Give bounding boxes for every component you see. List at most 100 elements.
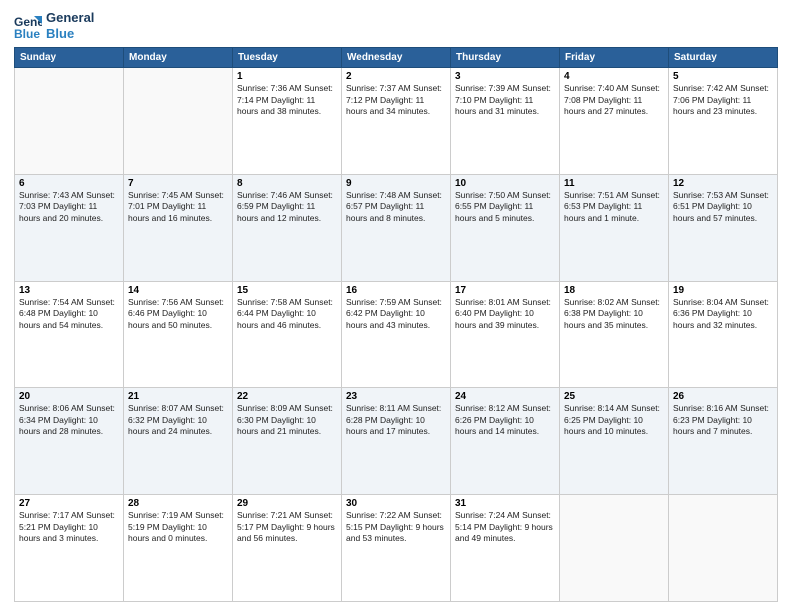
calendar-cell: 31Sunrise: 7:24 AM Sunset: 5:14 PM Dayli… [451,495,560,602]
day-info: Sunrise: 7:58 AM Sunset: 6:44 PM Dayligh… [237,297,337,331]
day-info: Sunrise: 8:14 AM Sunset: 6:25 PM Dayligh… [564,403,664,437]
day-number: 15 [237,285,337,296]
calendar-cell: 14Sunrise: 7:56 AM Sunset: 6:46 PM Dayli… [124,281,233,388]
day-number: 19 [673,285,773,296]
day-number: 5 [673,71,773,82]
calendar-day-header: Sunday [15,48,124,68]
day-info: Sunrise: 7:24 AM Sunset: 5:14 PM Dayligh… [455,510,555,544]
calendar-cell: 20Sunrise: 8:06 AM Sunset: 6:34 PM Dayli… [15,388,124,495]
day-number: 21 [128,391,228,402]
calendar-day-header: Tuesday [233,48,342,68]
calendar-cell: 27Sunrise: 7:17 AM Sunset: 5:21 PM Dayli… [15,495,124,602]
calendar-cell: 16Sunrise: 7:59 AM Sunset: 6:42 PM Dayli… [342,281,451,388]
day-number: 23 [346,391,446,402]
day-info: Sunrise: 8:11 AM Sunset: 6:28 PM Dayligh… [346,403,446,437]
logo-text-line1: General [46,10,94,26]
calendar-cell: 10Sunrise: 7:50 AM Sunset: 6:55 PM Dayli… [451,174,560,281]
calendar-cell: 7Sunrise: 7:45 AM Sunset: 7:01 PM Daylig… [124,174,233,281]
day-number: 16 [346,285,446,296]
day-number: 3 [455,71,555,82]
logo: General Blue General Blue [14,10,94,41]
day-info: Sunrise: 8:06 AM Sunset: 6:34 PM Dayligh… [19,403,119,437]
day-info: Sunrise: 7:37 AM Sunset: 7:12 PM Dayligh… [346,83,446,117]
calendar-week-row: 27Sunrise: 7:17 AM Sunset: 5:21 PM Dayli… [15,495,778,602]
day-info: Sunrise: 7:50 AM Sunset: 6:55 PM Dayligh… [455,190,555,224]
calendar-cell: 4Sunrise: 7:40 AM Sunset: 7:08 PM Daylig… [560,68,669,175]
day-info: Sunrise: 8:04 AM Sunset: 6:36 PM Dayligh… [673,297,773,331]
calendar-cell: 15Sunrise: 7:58 AM Sunset: 6:44 PM Dayli… [233,281,342,388]
day-number: 29 [237,498,337,509]
day-info: Sunrise: 7:48 AM Sunset: 6:57 PM Dayligh… [346,190,446,224]
calendar-cell [15,68,124,175]
day-info: Sunrise: 7:51 AM Sunset: 6:53 PM Dayligh… [564,190,664,224]
calendar-cell: 9Sunrise: 7:48 AM Sunset: 6:57 PM Daylig… [342,174,451,281]
day-number: 25 [564,391,664,402]
calendar-cell: 17Sunrise: 8:01 AM Sunset: 6:40 PM Dayli… [451,281,560,388]
calendar-day-header: Friday [560,48,669,68]
day-info: Sunrise: 7:54 AM Sunset: 6:48 PM Dayligh… [19,297,119,331]
calendar-week-row: 1Sunrise: 7:36 AM Sunset: 7:14 PM Daylig… [15,68,778,175]
day-number: 7 [128,178,228,189]
calendar-cell: 11Sunrise: 7:51 AM Sunset: 6:53 PM Dayli… [560,174,669,281]
calendar-cell: 18Sunrise: 8:02 AM Sunset: 6:38 PM Dayli… [560,281,669,388]
day-info: Sunrise: 8:01 AM Sunset: 6:40 PM Dayligh… [455,297,555,331]
calendar-cell: 21Sunrise: 8:07 AM Sunset: 6:32 PM Dayli… [124,388,233,495]
day-number: 2 [346,71,446,82]
day-number: 26 [673,391,773,402]
day-info: Sunrise: 7:39 AM Sunset: 7:10 PM Dayligh… [455,83,555,117]
calendar-cell: 12Sunrise: 7:53 AM Sunset: 6:51 PM Dayli… [669,174,778,281]
day-info: Sunrise: 8:02 AM Sunset: 6:38 PM Dayligh… [564,297,664,331]
calendar-cell: 26Sunrise: 8:16 AM Sunset: 6:23 PM Dayli… [669,388,778,495]
calendar-cell: 25Sunrise: 8:14 AM Sunset: 6:25 PM Dayli… [560,388,669,495]
calendar-week-row: 20Sunrise: 8:06 AM Sunset: 6:34 PM Dayli… [15,388,778,495]
day-number: 8 [237,178,337,189]
day-number: 18 [564,285,664,296]
day-info: Sunrise: 7:53 AM Sunset: 6:51 PM Dayligh… [673,190,773,224]
logo-text-line2: Blue [46,26,94,42]
calendar-cell: 5Sunrise: 7:42 AM Sunset: 7:06 PM Daylig… [669,68,778,175]
calendar-day-header: Monday [124,48,233,68]
calendar-cell: 28Sunrise: 7:19 AM Sunset: 5:19 PM Dayli… [124,495,233,602]
calendar-cell: 19Sunrise: 8:04 AM Sunset: 6:36 PM Dayli… [669,281,778,388]
day-number: 24 [455,391,555,402]
calendar-cell [669,495,778,602]
calendar-cell: 1Sunrise: 7:36 AM Sunset: 7:14 PM Daylig… [233,68,342,175]
day-number: 30 [346,498,446,509]
calendar-cell: 2Sunrise: 7:37 AM Sunset: 7:12 PM Daylig… [342,68,451,175]
header: General Blue General Blue [14,10,778,41]
day-number: 17 [455,285,555,296]
calendar-day-header: Thursday [451,48,560,68]
day-number: 9 [346,178,446,189]
day-number: 10 [455,178,555,189]
day-number: 6 [19,178,119,189]
day-number: 28 [128,498,228,509]
day-info: Sunrise: 8:07 AM Sunset: 6:32 PM Dayligh… [128,403,228,437]
day-info: Sunrise: 8:09 AM Sunset: 6:30 PM Dayligh… [237,403,337,437]
day-info: Sunrise: 8:16 AM Sunset: 6:23 PM Dayligh… [673,403,773,437]
day-number: 4 [564,71,664,82]
day-number: 27 [19,498,119,509]
day-number: 31 [455,498,555,509]
day-info: Sunrise: 7:21 AM Sunset: 5:17 PM Dayligh… [237,510,337,544]
day-number: 11 [564,178,664,189]
day-number: 14 [128,285,228,296]
day-info: Sunrise: 7:42 AM Sunset: 7:06 PM Dayligh… [673,83,773,117]
day-info: Sunrise: 7:19 AM Sunset: 5:19 PM Dayligh… [128,510,228,544]
day-number: 12 [673,178,773,189]
day-number: 22 [237,391,337,402]
day-info: Sunrise: 7:45 AM Sunset: 7:01 PM Dayligh… [128,190,228,224]
calendar-cell [124,68,233,175]
svg-text:Blue: Blue [14,27,40,40]
day-info: Sunrise: 7:59 AM Sunset: 6:42 PM Dayligh… [346,297,446,331]
calendar-cell [560,495,669,602]
calendar-week-row: 13Sunrise: 7:54 AM Sunset: 6:48 PM Dayli… [15,281,778,388]
calendar-day-header: Wednesday [342,48,451,68]
calendar-cell: 29Sunrise: 7:21 AM Sunset: 5:17 PM Dayli… [233,495,342,602]
calendar-cell: 3Sunrise: 7:39 AM Sunset: 7:10 PM Daylig… [451,68,560,175]
day-number: 13 [19,285,119,296]
calendar-cell: 30Sunrise: 7:22 AM Sunset: 5:15 PM Dayli… [342,495,451,602]
calendar-cell: 8Sunrise: 7:46 AM Sunset: 6:59 PM Daylig… [233,174,342,281]
calendar-cell: 13Sunrise: 7:54 AM Sunset: 6:48 PM Dayli… [15,281,124,388]
calendar-cell: 24Sunrise: 8:12 AM Sunset: 6:26 PM Dayli… [451,388,560,495]
page: General Blue General Blue SundayMondayTu… [0,0,792,612]
